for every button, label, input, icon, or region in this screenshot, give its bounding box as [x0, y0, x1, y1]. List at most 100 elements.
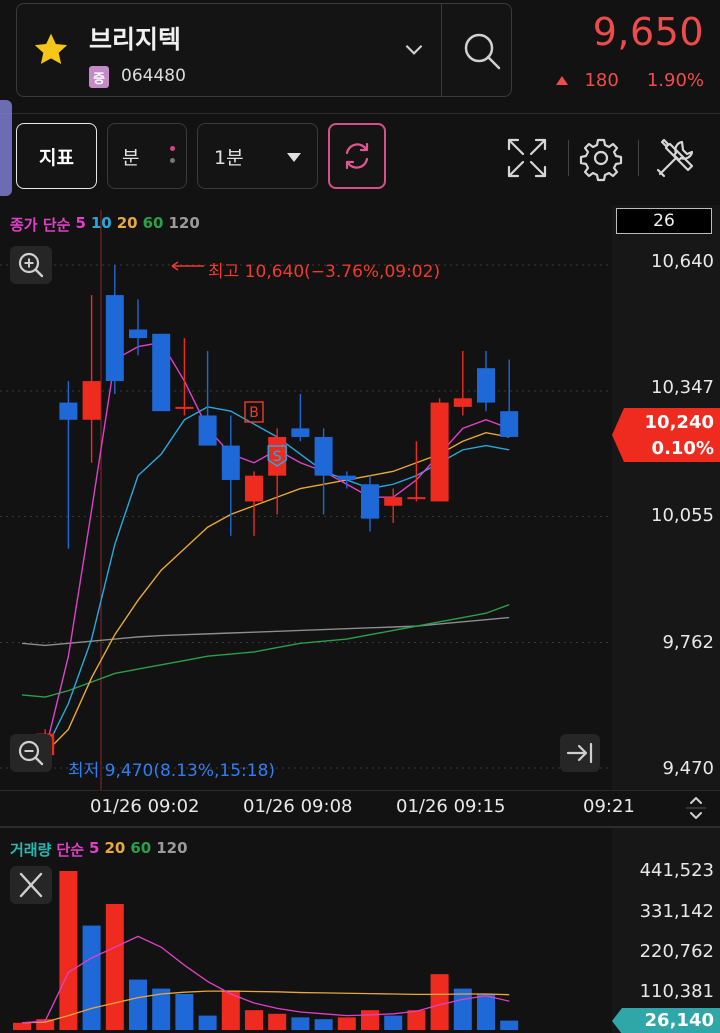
- volume-bar: [175, 993, 194, 1030]
- x-tick: 01/26 09:02: [90, 796, 200, 817]
- zoom-in-icon: [18, 252, 44, 278]
- interval-label: 1분: [214, 146, 244, 169]
- change-percent: 1.90%: [646, 70, 704, 91]
- volume-bar: [477, 993, 495, 1030]
- close-volume-button[interactable]: [10, 866, 52, 904]
- volume-tick: 220,762: [639, 941, 714, 962]
- buy-marker-label: B: [249, 405, 259, 421]
- legend-ma10: 10: [90, 214, 112, 232]
- y-tick: 10,055: [651, 505, 714, 526]
- candle: [361, 484, 379, 519]
- candle: [407, 497, 426, 500]
- go-to-latest-button[interactable]: [560, 734, 600, 772]
- legend-prefix: 종가 단순: [10, 216, 71, 234]
- current-pct-label: 0.10%: [651, 438, 714, 459]
- volume-tick: 110,381: [639, 981, 714, 1002]
- interval-select[interactable]: 1분: [197, 123, 318, 189]
- divider: [0, 113, 720, 114]
- volume-bar: [129, 979, 147, 1030]
- sell-marker-label: S: [273, 449, 282, 465]
- volume-legend-ma20: 20: [104, 839, 126, 857]
- up-arrow-icon: [556, 76, 569, 85]
- candle: [500, 411, 519, 437]
- indicator-button[interactable]: 지표: [16, 123, 97, 189]
- search-icon[interactable]: [457, 26, 507, 76]
- volume-bar: [500, 1020, 519, 1030]
- volume-legend-ma120: 120: [156, 839, 188, 857]
- gear-icon[interactable]: [577, 134, 625, 182]
- change-value: 180: [584, 70, 619, 91]
- zoom-out-icon: [18, 740, 44, 766]
- candle: [291, 428, 310, 437]
- candle: [477, 368, 495, 403]
- divider: [441, 4, 442, 96]
- volume-bar: [384, 1015, 403, 1030]
- volume-legend-ma60: 60: [130, 839, 152, 857]
- candle: [105, 295, 124, 382]
- divider: [638, 140, 639, 176]
- price-axis-background: [612, 205, 720, 790]
- refresh-button[interactable]: [328, 123, 386, 189]
- zoom-out-button[interactable]: [10, 734, 52, 772]
- star-icon[interactable]: [31, 30, 71, 70]
- volume-bar: [82, 925, 101, 1030]
- legend-ma60: 60: [142, 214, 164, 232]
- volume-bar: [198, 1015, 217, 1030]
- volume-bar: [245, 1010, 263, 1030]
- volume-bar: [407, 1010, 426, 1030]
- tools-icon[interactable]: [652, 134, 700, 182]
- stock-name: 브리지텍: [89, 25, 182, 54]
- close-icon: [19, 872, 43, 898]
- volume-bar: [59, 871, 78, 1030]
- volume-bar: [314, 1019, 333, 1030]
- volume-legend-suffix: 단순: [56, 841, 85, 859]
- x-tick: 09:21: [583, 796, 635, 817]
- volume-legend: 거래량 단순 5 20 60 120: [10, 839, 188, 860]
- y-tick: 10,347: [651, 377, 714, 398]
- candle: [152, 333, 171, 412]
- price-chart[interactable]: BS: [0, 205, 720, 825]
- current-price: 9,650: [592, 10, 704, 54]
- legend-ma20: 20: [116, 214, 138, 232]
- stock-code: 064480: [121, 66, 186, 86]
- arrow-right-end-icon: [566, 742, 593, 764]
- chevron-down-icon[interactable]: [401, 36, 427, 62]
- divider: [0, 790, 720, 791]
- low-label: 최저 9,470(8.13%,15:18): [68, 761, 276, 781]
- side-drawer-handle[interactable]: [0, 100, 12, 196]
- volume-legend-ma5: 5: [89, 839, 100, 857]
- x-tick: 01/26 09:15: [396, 796, 506, 817]
- stock-selector[interactable]: 브리지텍 증 064480: [16, 3, 512, 97]
- candle: [59, 402, 78, 420]
- candle: [337, 475, 356, 480]
- volume-tick: 331,142: [639, 901, 714, 922]
- candle: [314, 436, 333, 476]
- candle: [384, 497, 403, 506]
- candle: [129, 329, 147, 339]
- y-tick: 9,762: [662, 632, 714, 653]
- dropdown-arrow-icon: [287, 153, 301, 162]
- minute-type-button[interactable]: 분: [107, 123, 187, 189]
- expand-icon[interactable]: [503, 134, 551, 182]
- divider: [568, 140, 569, 176]
- zoom-in-button[interactable]: [10, 246, 52, 284]
- candle: [198, 415, 217, 446]
- candle: [430, 402, 449, 502]
- plot-background: [0, 205, 612, 790]
- refresh-icon: [345, 142, 369, 170]
- minute-label: 분: [122, 146, 140, 169]
- ma-legend: 종가 단순 5 10 20 60 120: [10, 214, 200, 235]
- legend-ma5: 5: [75, 214, 86, 232]
- price-change: 180 1.90%: [556, 70, 704, 91]
- volume-bar: [291, 1017, 310, 1030]
- volume-tick: 441,523: [639, 860, 714, 881]
- vertical-resize-icon[interactable]: [686, 794, 706, 822]
- more-dots-icon: [170, 146, 176, 170]
- candle: [453, 398, 472, 407]
- volume-bar: [453, 988, 472, 1030]
- volume-bar: [430, 974, 449, 1030]
- candle: [221, 445, 240, 480]
- volume-bar: [337, 1017, 356, 1030]
- y-tick: 10,640: [651, 251, 714, 272]
- high-label: 최고 10,640(−3.76%,09:02): [208, 262, 441, 282]
